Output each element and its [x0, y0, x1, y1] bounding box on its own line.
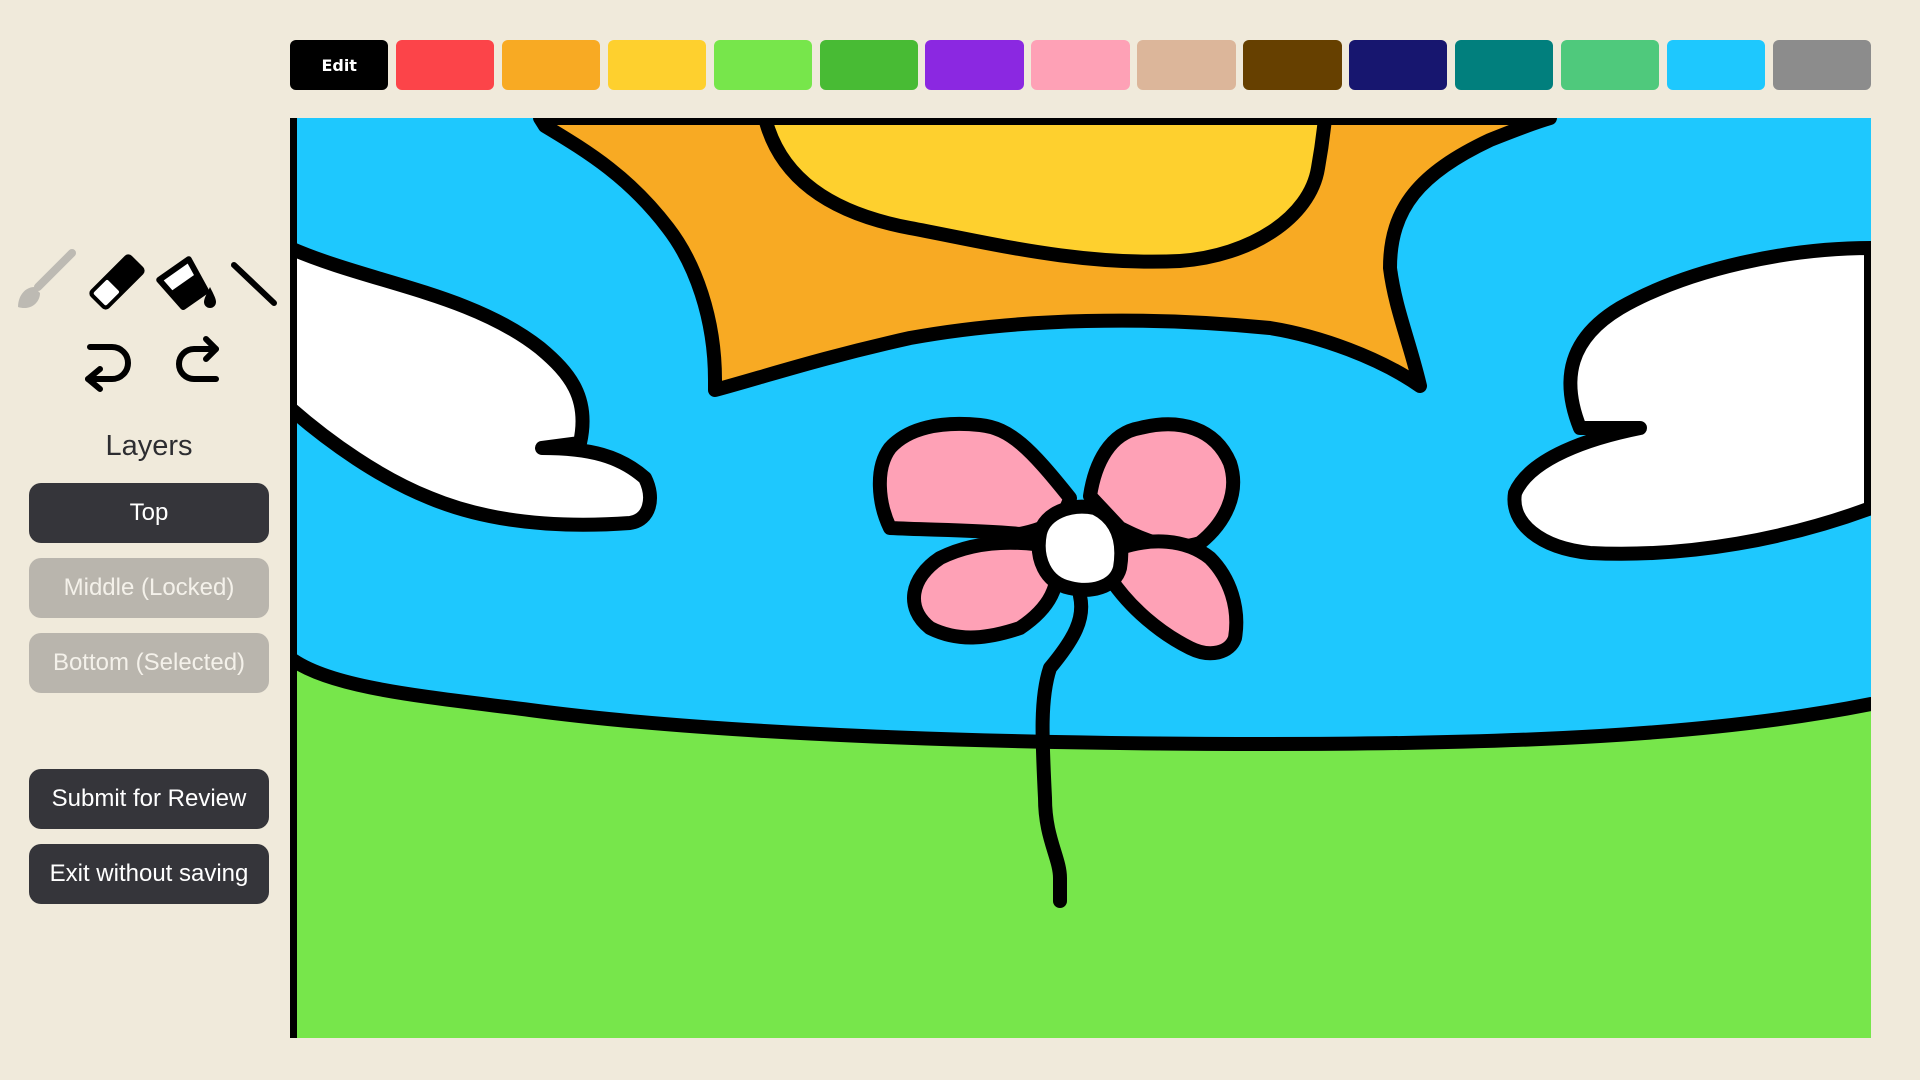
- color-swatch-green[interactable]: [819, 40, 918, 90]
- canvas-drawing: [290, 118, 1871, 1038]
- layer-top-button[interactable]: Top: [29, 483, 269, 543]
- paint-app: Edit Layers Top Middle (Locked) Bottom (…: [0, 0, 1920, 1080]
- color-swatch-navy[interactable]: [1349, 40, 1448, 90]
- color-swatch-light-green[interactable]: [713, 40, 813, 90]
- color-swatch-teal[interactable]: [1454, 40, 1554, 90]
- redo-icon[interactable]: [170, 333, 234, 395]
- exit-without-saving-button[interactable]: Exit without saving: [29, 844, 269, 904]
- eraser-icon[interactable]: [80, 247, 154, 317]
- flower-center: [1031, 499, 1129, 597]
- brush-icon[interactable]: [10, 247, 80, 317]
- color-swatch-pink[interactable]: [1031, 40, 1130, 90]
- line-icon[interactable]: [226, 247, 286, 317]
- layer-middle-button[interactable]: Middle (Locked): [29, 558, 269, 618]
- color-swatch-brown[interactable]: [1243, 40, 1342, 90]
- color-swatch-mint[interactable]: [1560, 40, 1660, 90]
- undo-icon[interactable]: [72, 333, 136, 395]
- color-swatch-purple[interactable]: [925, 40, 1024, 90]
- layer-bottom-button[interactable]: Bottom (Selected): [29, 633, 269, 693]
- drawing-canvas[interactable]: [290, 118, 1871, 1038]
- color-swatch-orange[interactable]: [501, 40, 601, 90]
- layers-heading: Layers: [105, 430, 193, 462]
- color-swatch-gray[interactable]: [1772, 40, 1872, 90]
- color-swatch-yellow[interactable]: [607, 40, 707, 90]
- edit-color-button[interactable]: Edit: [290, 40, 389, 90]
- submit-for-review-button[interactable]: Submit for Review: [29, 769, 269, 829]
- paint-bucket-icon[interactable]: [152, 247, 222, 317]
- color-swatch-tan[interactable]: [1137, 40, 1236, 90]
- color-swatch-red[interactable]: [395, 40, 495, 90]
- tool-panel: [8, 245, 280, 395]
- color-palette: Edit: [290, 40, 1872, 90]
- color-swatch-sky-blue[interactable]: [1666, 40, 1766, 90]
